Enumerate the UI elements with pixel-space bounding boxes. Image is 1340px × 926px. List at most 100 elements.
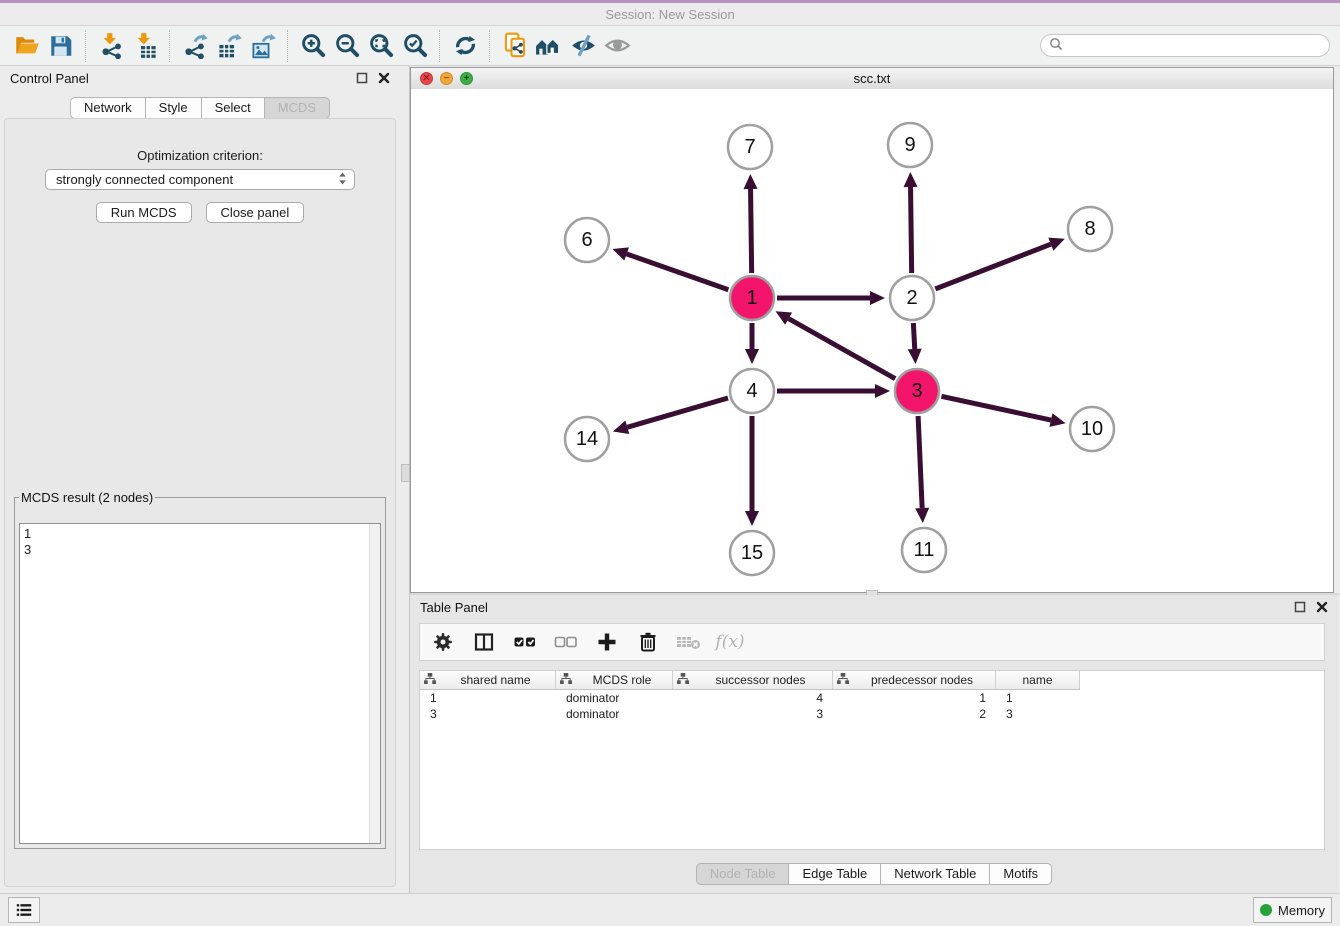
select-all-columns-icon[interactable]	[512, 629, 538, 655]
graph-edge-1-6[interactable]	[627, 254, 729, 290]
graph-edge-2-3[interactable]	[913, 323, 914, 349]
tab-select[interactable]: Select	[202, 97, 265, 119]
vertical-splitter[interactable]	[400, 66, 410, 893]
close-panel-button[interactable]: Close panel	[206, 202, 305, 223]
graph-node-label: 4	[746, 380, 757, 402]
float-panel-icon[interactable]	[355, 72, 368, 85]
close-panel-icon[interactable]	[377, 72, 390, 85]
graph-edge-3-10[interactable]	[941, 396, 1051, 420]
apply-preferred-layout-icon[interactable]	[448, 31, 482, 61]
graph-node-9[interactable]: 9	[888, 123, 932, 167]
mcds-result-text[interactable]: 13	[19, 523, 381, 844]
close-panel-icon[interactable]	[1315, 601, 1328, 614]
show-all-hidden-icon[interactable]	[600, 31, 634, 61]
search-input[interactable]	[1068, 38, 1321, 54]
show-column-icon[interactable]	[471, 629, 497, 655]
graph-node-label: 15	[741, 542, 763, 564]
column-header-MCDS-role[interactable]: MCDS role	[556, 671, 673, 690]
cell-successor-nodes: 3	[673, 707, 833, 721]
tab-mcds[interactable]: MCDS	[265, 97, 330, 119]
delete-column-icon[interactable]	[635, 629, 661, 655]
network-window-title: scc.txt	[854, 71, 891, 86]
control-panel-header: Control Panel	[0, 66, 400, 90]
graph-node-2[interactable]: 2	[890, 276, 934, 320]
delete-table-icon[interactable]	[676, 629, 702, 655]
import-table-from-file-icon[interactable]	[128, 31, 162, 61]
criterion-select[interactable]: strongly connected component	[45, 169, 355, 190]
toolbar-separator	[85, 30, 87, 62]
column-header-successor-nodes[interactable]: successor nodes	[673, 671, 833, 690]
table-row[interactable]: 1dominator411	[420, 690, 1324, 706]
graph-node-15[interactable]: 15	[730, 531, 774, 575]
cell-name: 1	[996, 691, 1080, 705]
memory-button[interactable]: Memory	[1253, 897, 1332, 923]
tab-edge-table[interactable]: Edge Table	[789, 863, 881, 885]
window-minimize-icon[interactable]: −	[440, 72, 453, 85]
graph-node-label: 11	[914, 539, 935, 561]
tab-network-table[interactable]: Network Table	[881, 863, 990, 885]
deselect-all-columns-icon[interactable]	[553, 629, 579, 655]
search-field[interactable]	[1040, 34, 1330, 57]
graph-node-10[interactable]: 10	[1070, 407, 1114, 451]
window-close-icon[interactable]: ✕	[420, 72, 433, 85]
graph-edge-2-8[interactable]	[935, 244, 1051, 289]
import-network-from-file-icon[interactable]	[94, 31, 128, 61]
zoom-fit-content-icon[interactable]	[364, 31, 398, 61]
column-header-name[interactable]: name	[996, 671, 1080, 690]
graph-node-8[interactable]: 8	[1068, 207, 1112, 251]
tab-motifs[interactable]: Motifs	[990, 863, 1052, 885]
task-history-button[interactable]	[8, 897, 40, 923]
result-scrollbar[interactable]	[369, 524, 380, 843]
graph-node-11[interactable]: 11	[902, 528, 946, 572]
window-maximize-icon[interactable]: +	[460, 72, 473, 85]
graph-edge-4-14[interactable]	[627, 398, 728, 427]
graph-edge-2-9[interactable]	[911, 187, 912, 273]
add-column-icon[interactable]	[594, 629, 620, 655]
graph-node-label: 7	[744, 136, 755, 158]
memory-status-icon	[1260, 904, 1272, 916]
graph-node-6[interactable]: 6	[565, 218, 609, 262]
hide-selected-icon[interactable]	[566, 31, 600, 61]
graph-node-7[interactable]: 7	[728, 125, 772, 169]
graph-edge-3-1[interactable]	[789, 319, 896, 379]
table-row[interactable]: 3dominator323	[420, 706, 1324, 722]
open-session-icon[interactable]	[10, 31, 44, 61]
zoom-selected-region-icon[interactable]	[398, 31, 432, 61]
network-canvas[interactable]: 7 9 6 8 1 2 4 3 14 10 15 11	[411, 89, 1333, 592]
graph-node-14[interactable]: 14	[565, 417, 609, 461]
run-mcds-button[interactable]: Run MCDS	[96, 202, 192, 223]
network-window: ✕ − + scc.txt 7 9 6 8 1 2 4 3 14 10 15 11	[410, 67, 1334, 593]
tab-node-table[interactable]: Node Table	[696, 863, 790, 885]
export-network-icon[interactable]	[178, 31, 212, 61]
save-session-icon[interactable]	[44, 31, 78, 61]
zoom-out-icon[interactable]	[330, 31, 364, 61]
tab-style[interactable]: Style	[146, 97, 202, 119]
export-table-icon[interactable]	[212, 31, 246, 61]
graph-node-label: 2	[906, 287, 917, 309]
table-panel-tabs: Node TableEdge TableNetwork TableMotifs	[410, 863, 1338, 885]
graph-node-3[interactable]: 3	[895, 369, 939, 413]
function-builder-icon[interactable]: f(x)	[717, 629, 743, 655]
graph-edge-3-11[interactable]	[918, 416, 922, 508]
export-image-icon[interactable]	[246, 31, 280, 61]
window-title: Session: New Session	[605, 7, 734, 22]
function-builder-label: f(x)	[715, 632, 744, 652]
graph-node-label: 1	[746, 287, 757, 309]
column-header-predecessor-nodes[interactable]: predecessor nodes	[833, 671, 996, 690]
node-table[interactable]: shared nameMCDS rolesuccessor nodesprede…	[419, 670, 1325, 850]
graph-node-1[interactable]: 1	[730, 276, 774, 320]
graph-node-label: 9	[904, 134, 915, 156]
table-options-gear-icon[interactable]	[430, 629, 456, 655]
memory-label: Memory	[1278, 903, 1325, 918]
first-neighbors-icon[interactable]	[532, 31, 566, 61]
column-header-shared-name[interactable]: shared name	[420, 671, 556, 690]
graph-node-4[interactable]: 4	[730, 369, 774, 413]
graph-node-label: 10	[1081, 418, 1103, 440]
tab-network[interactable]: Network	[70, 97, 146, 119]
splitter-handle[interactable]	[401, 464, 410, 482]
graph-edge-1-7[interactable]	[751, 189, 752, 273]
clone-network-icon[interactable]	[498, 31, 532, 61]
cell-MCDS-role: dominator	[556, 691, 673, 705]
float-panel-icon[interactable]	[1293, 601, 1306, 614]
zoom-in-icon[interactable]	[296, 31, 330, 61]
